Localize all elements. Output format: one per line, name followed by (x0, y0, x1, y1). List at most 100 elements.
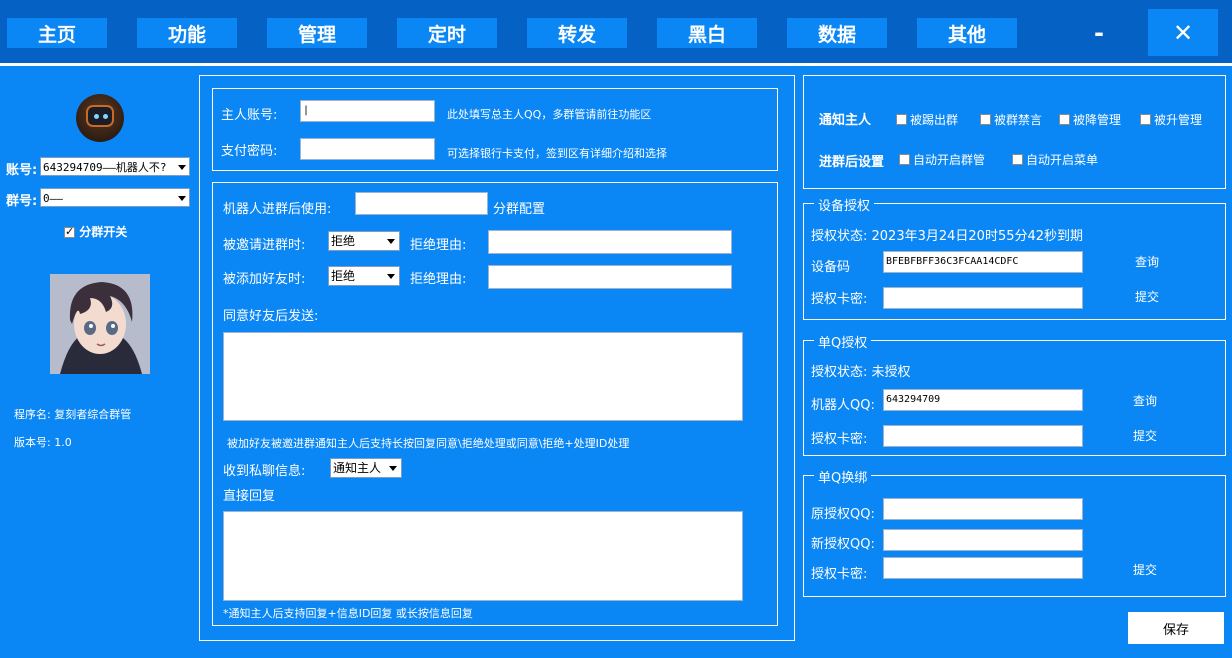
tab-management[interactable]: 管理 (267, 18, 367, 48)
invited-label: 被邀请进群时: (223, 238, 306, 253)
pay-password-label: 支付密码: (221, 144, 278, 159)
account-select-value: 643294709——机器人不? (43, 161, 167, 174)
added-select[interactable]: 拒绝 (328, 266, 400, 286)
invited-select-value: 拒绝 (331, 234, 356, 248)
owner-account-input[interactable]: | (300, 100, 435, 122)
new-qq-input[interactable] (883, 529, 1083, 551)
single-q-query-button[interactable]: 查询 (1133, 392, 1157, 409)
invited-reason-label: 拒绝理由: (410, 238, 467, 253)
single-q-auth-title: 单Q授权 (814, 332, 872, 351)
tab-functions[interactable]: 功能 (137, 18, 237, 48)
account-label: 账号: (6, 163, 38, 178)
invited-reason-input[interactable] (488, 230, 732, 254)
single-q-auth-status: 授权状态: 未授权 (811, 365, 911, 380)
anime-character-icon (50, 274, 150, 374)
tab-schedule[interactable]: 定时 (397, 18, 497, 48)
added-select-value: 拒绝 (331, 269, 356, 283)
promoted-checkbox[interactable] (1140, 114, 1151, 125)
device-card-input[interactable] (883, 287, 1083, 309)
device-query-button[interactable]: 查询 (1135, 253, 1159, 270)
robot-qq-input[interactable]: 643294709 (883, 389, 1083, 411)
device-code-label: 设备码 (811, 260, 851, 275)
device-auth-status: 授权状态: 2023年3月24日20时55分42秒到期 (811, 229, 1084, 244)
kicked-checkbox[interactable] (896, 114, 907, 125)
added-reason-input[interactable] (488, 265, 732, 289)
robot-avatar (76, 94, 124, 142)
invited-select[interactable]: 拒绝 (328, 231, 400, 251)
split-config-button[interactable]: 分群配置 (493, 198, 545, 217)
minimize-button[interactable]: - (1064, 9, 1134, 56)
old-qq-input[interactable] (883, 498, 1083, 520)
auto-open-menu[interactable]: 自动开启菜单 (1012, 151, 1098, 168)
auto-open-group-mgmt-checkbox[interactable] (899, 154, 910, 165)
device-submit-button[interactable]: 提交 (1135, 288, 1159, 305)
device-code-input[interactable]: BFEBFBFF36C3FCAA14CDFC (883, 251, 1083, 273)
robot-eye-right (103, 114, 108, 119)
single-q-card-input[interactable] (883, 425, 1083, 447)
group-label: 群号: (6, 194, 38, 209)
robot-face-icon (86, 105, 114, 127)
chevron-down-icon (387, 274, 395, 279)
rebind-card-label: 授权卡密: (811, 567, 868, 582)
robot-hint-2: *通知主人后支持回复+信息ID回复 或长按信息回复 (223, 607, 473, 620)
robot-hint-1: 被加好友被邀进群通知主人后支持长按回复同意\拒绝处理或同意\拒绝+处理ID处理 (227, 437, 630, 450)
private-msg-select-value: 通知主人 (333, 461, 382, 475)
split-switch[interactable]: 分群开关 (64, 223, 127, 240)
device-auth-title: 设备授权 (814, 195, 875, 214)
device-card-label: 授权卡密: (811, 292, 868, 307)
after-agree-label: 同意好友后发送: (223, 309, 319, 324)
group-select[interactable]: 0—— (40, 188, 190, 207)
rebind-submit-button[interactable]: 提交 (1133, 561, 1157, 578)
account-select[interactable]: 643294709——机器人不? (40, 157, 190, 176)
direct-reply-textarea[interactable] (223, 511, 743, 601)
chevron-down-icon (387, 239, 395, 244)
pay-password-input[interactable] (300, 138, 435, 160)
added-reason-label: 拒绝理由: (410, 272, 467, 287)
tab-data[interactable]: 数据 (787, 18, 887, 48)
split-switch-checkbox[interactable] (64, 225, 75, 238)
after-agree-textarea[interactable] (223, 332, 743, 421)
auto-open-menu-checkbox[interactable] (1012, 154, 1023, 165)
single-q-submit-button[interactable]: 提交 (1133, 427, 1157, 444)
tab-home[interactable]: 主页 (7, 18, 107, 48)
added-label: 被添加好友时: (223, 272, 306, 287)
rebind-card-input[interactable] (883, 557, 1083, 579)
after-join-label: 机器人进群后使用: (223, 202, 332, 217)
muted-label: 被群禁言 (994, 113, 1043, 127)
direct-reply-label: 直接回复 (223, 489, 276, 504)
tab-blackwhite[interactable]: 黑白 (657, 18, 757, 48)
version-label: 版本号: 1.0 (14, 436, 72, 449)
muted-checkbox[interactable] (980, 114, 991, 125)
single-q-rebind-title: 单Q换绑 (814, 467, 872, 486)
save-button[interactable]: 保存 (1128, 612, 1224, 644)
owner-account-label: 主人账号: (221, 108, 278, 123)
chevron-down-icon (178, 196, 186, 201)
robot-qq-label: 机器人QQ: (811, 398, 875, 413)
notify-option-promoted[interactable]: 被升管理 (1140, 111, 1202, 128)
auto-open-group-mgmt[interactable]: 自动开启群管 (899, 151, 985, 168)
notify-panel (803, 75, 1226, 189)
chevron-down-icon (389, 466, 397, 471)
demoted-checkbox[interactable] (1059, 114, 1070, 125)
split-switch-label: 分群开关 (79, 225, 128, 239)
after-join-settings-label: 进群后设置 (819, 155, 885, 170)
notify-option-demoted[interactable]: 被降管理 (1059, 111, 1121, 128)
kicked-label: 被踢出群 (910, 113, 959, 127)
tab-other[interactable]: 其他 (917, 18, 1017, 48)
promoted-label: 被升管理 (1154, 113, 1203, 127)
pay-password-hint: 可选择银行卡支付，签到区有详细介绍和选择 (447, 147, 667, 160)
single-q-card-label: 授权卡密: (811, 432, 868, 447)
after-join-input[interactable] (355, 192, 488, 215)
private-msg-select[interactable]: 通知主人 (330, 458, 402, 478)
auto-open-group-mgmt-label: 自动开启群管 (913, 153, 986, 167)
notify-owner-label: 通知主人 (819, 113, 872, 128)
private-msg-label: 收到私聊信息: (223, 464, 306, 479)
auto-open-menu-label: 自动开启菜单 (1026, 153, 1099, 167)
old-qq-label: 原授权QQ: (811, 507, 875, 522)
group-select-value: 0—— (43, 192, 63, 205)
notify-option-muted[interactable]: 被群禁言 (980, 111, 1042, 128)
close-button[interactable]: ✕ (1148, 9, 1218, 56)
owner-account-hint: 此处填写总主人QQ，多群管请前往功能区 (447, 108, 652, 121)
tab-forward[interactable]: 转发 (527, 18, 627, 48)
notify-option-kicked[interactable]: 被踢出群 (896, 111, 958, 128)
